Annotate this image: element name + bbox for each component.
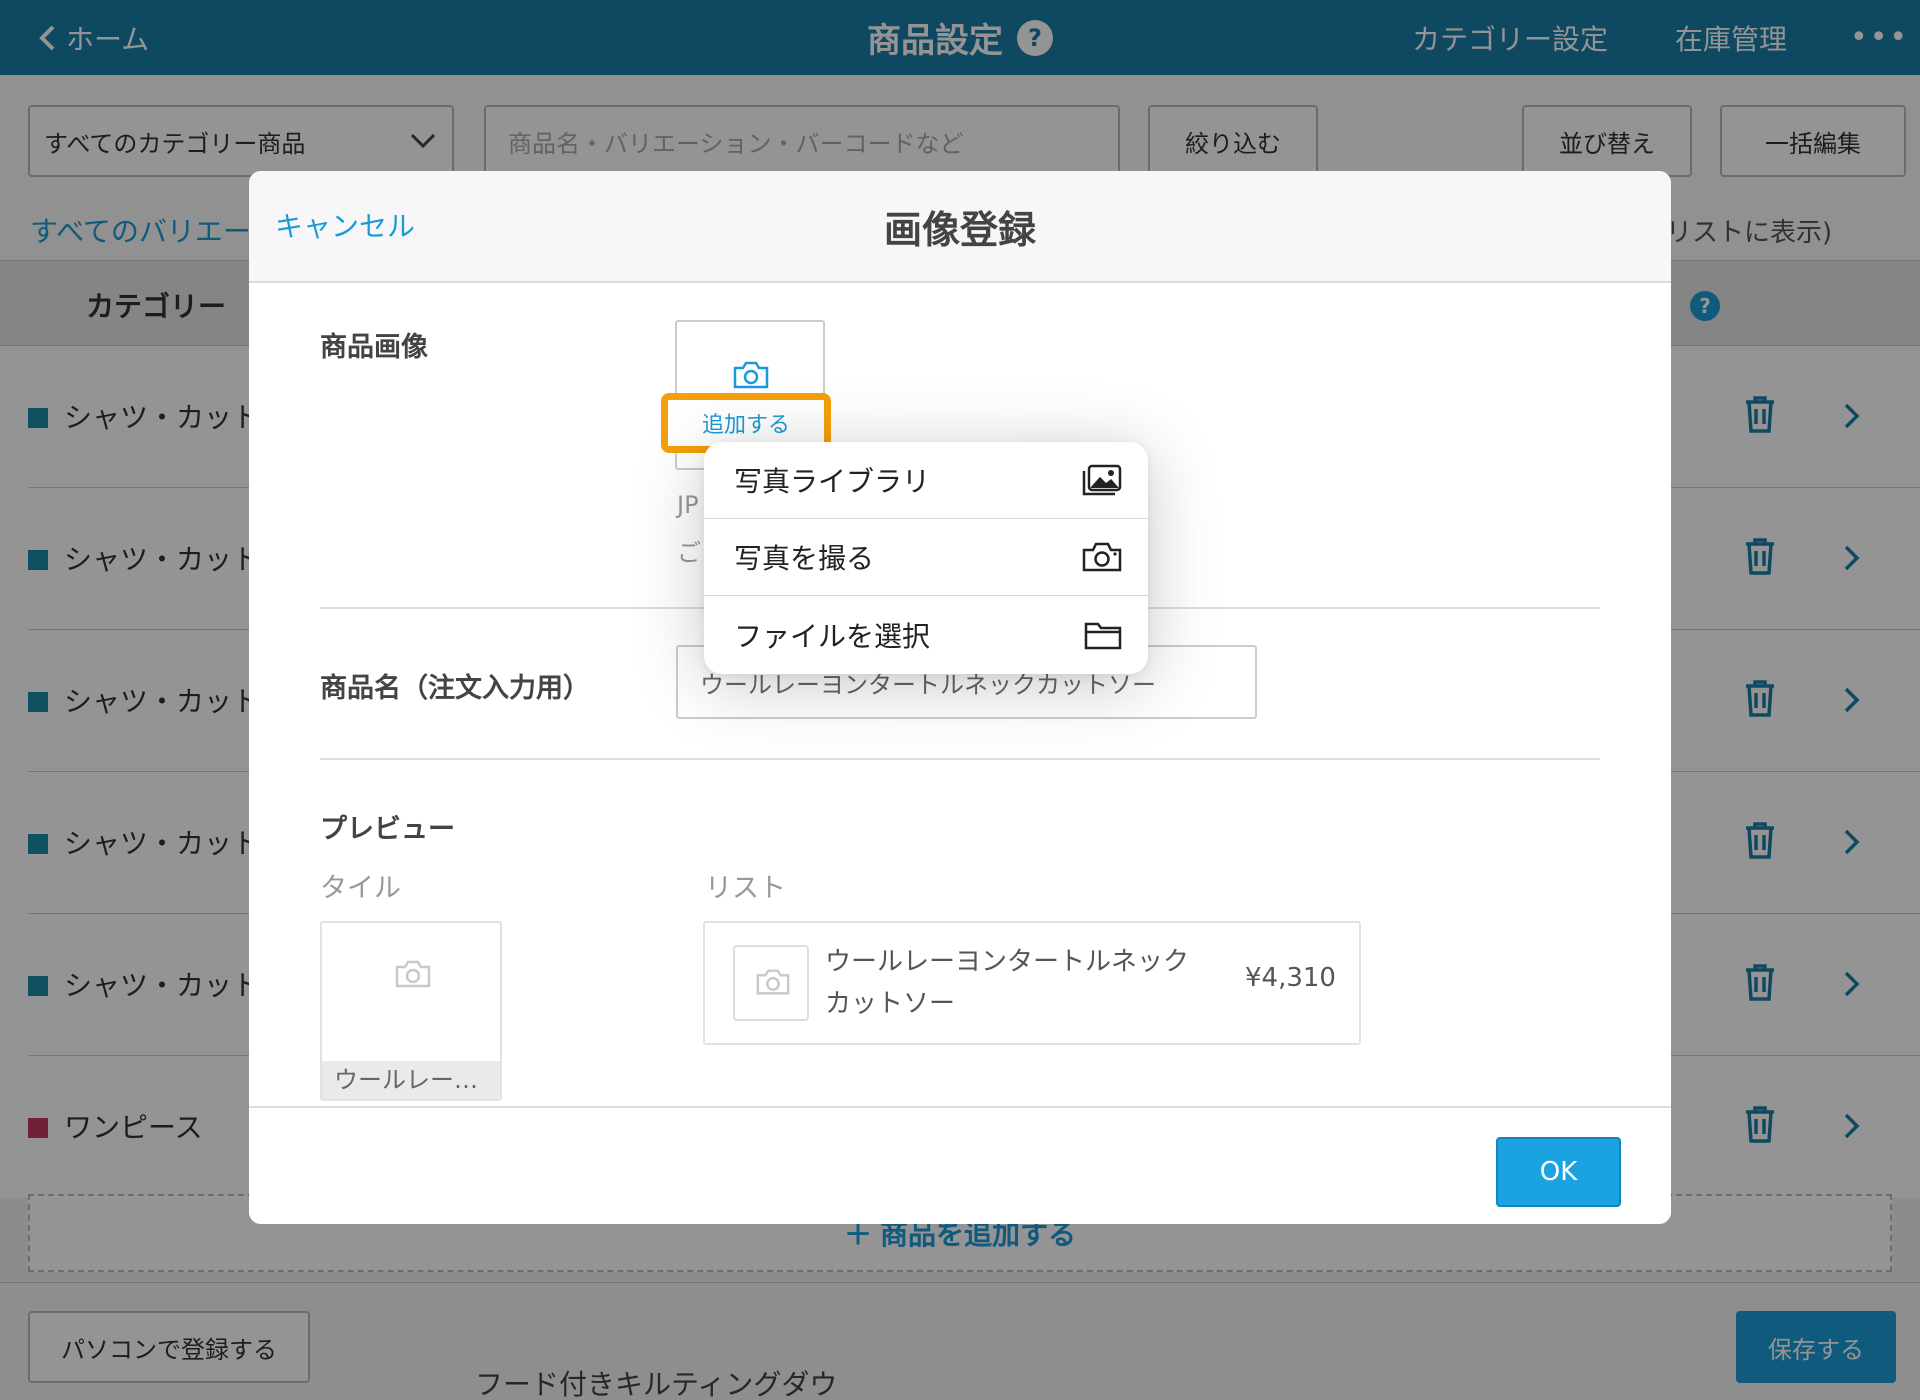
dialog-title: 画像登録 bbox=[883, 208, 1036, 252]
camera-icon bbox=[395, 960, 431, 988]
ok-button[interactable]: OK bbox=[1496, 1137, 1621, 1207]
product-name-label: 商品名（注文入力用） bbox=[320, 673, 590, 704]
menu-item-label: 写真ライブラリ bbox=[734, 465, 931, 498]
image-hint-text: JP bbox=[677, 491, 699, 519]
menu-item-label: ファイルを選択 bbox=[734, 619, 931, 653]
list-price: ¥4,310 bbox=[1245, 963, 1336, 993]
image-hint-text: ご bbox=[677, 539, 701, 567]
tile-caption: ウールレー… bbox=[322, 1061, 500, 1099]
menu-item-take-photo[interactable]: 写真を撮る bbox=[704, 519, 1148, 596]
camera-icon bbox=[1082, 542, 1122, 572]
tile-label: タイル bbox=[320, 873, 401, 904]
list-label: リスト bbox=[705, 873, 786, 904]
tile-preview: ウールレー… bbox=[320, 921, 502, 1101]
list-thumbnail bbox=[733, 945, 809, 1021]
menu-item-photo-library[interactable]: 写真ライブラリ bbox=[704, 442, 1148, 519]
divider bbox=[320, 758, 1600, 760]
camera-icon bbox=[756, 969, 790, 995]
dialog-header: キャンセル 画像登録 bbox=[249, 171, 1671, 283]
menu-item-label: 写真を撮る bbox=[734, 542, 875, 575]
list-preview: ウールレーヨンタートルネックカットソー ¥4,310 bbox=[703, 921, 1361, 1045]
preview-label: プレビュー bbox=[320, 814, 455, 845]
image-register-dialog: キャンセル 画像登録 商品画像 追加する JP ご 商品名（注文入力用） ウール… bbox=[249, 171, 1671, 1224]
list-product-name: ウールレーヨンタートルネックカットソー bbox=[825, 947, 1190, 1019]
dialog-footer: OK bbox=[249, 1106, 1671, 1224]
folder-icon bbox=[1084, 622, 1122, 649]
image-source-menu: 写真ライブラリ 写真を撮る ファイルを選択 bbox=[704, 442, 1148, 674]
product-image-label: 商品画像 bbox=[320, 332, 428, 363]
menu-item-choose-file[interactable]: ファイルを選択 bbox=[704, 596, 1148, 673]
camera-icon bbox=[733, 361, 769, 389]
photo-library-icon bbox=[1082, 464, 1122, 496]
